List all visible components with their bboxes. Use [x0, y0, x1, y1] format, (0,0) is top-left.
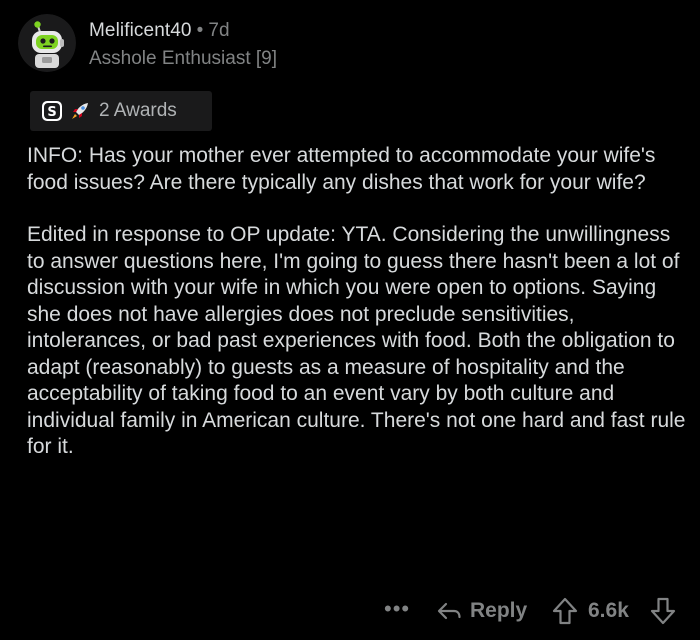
- vote-score: 6.6k: [588, 599, 629, 622]
- rocket-award-icon: [69, 100, 91, 122]
- comment-age: 7d: [208, 20, 230, 41]
- silver-award-icon: S: [41, 100, 63, 122]
- avatar[interactable]: [18, 14, 76, 72]
- comment-header: Melificent40 • 7d: [89, 20, 230, 42]
- more-options-button[interactable]: •••: [384, 594, 410, 624]
- upvote-arrow-icon: [552, 597, 578, 625]
- awards-label: 2 Awards: [99, 100, 177, 121]
- author-name[interactable]: Melificent40: [89, 20, 192, 41]
- reply-label: Reply: [470, 599, 528, 622]
- separator: •: [196, 20, 204, 41]
- comment-paragraph: INFO: Has your mother ever attempted to …: [27, 144, 656, 194]
- awards-badge[interactable]: S 2 Awards: [30, 91, 212, 131]
- comment-actions: ••• Reply 6.6k: [0, 594, 700, 628]
- comment-body: INFO: Has your mother ever attempted to …: [27, 143, 687, 461]
- reply-button[interactable]: Reply: [436, 594, 527, 628]
- downvote-arrow-icon: [650, 597, 676, 625]
- user-flair: Asshole Enthusiast [9]: [89, 48, 277, 69]
- robot-avatar-icon: [18, 14, 76, 72]
- downvote-button[interactable]: [650, 597, 676, 630]
- reply-arrow-icon: [437, 602, 461, 620]
- svg-text:S: S: [47, 105, 56, 120]
- comment-paragraph: Edited in response to OP update: YTA. Co…: [27, 223, 686, 458]
- comment: Melificent40 • 7d Asshole Enthusiast [9] S…: [0, 0, 700, 640]
- upvote-button[interactable]: [552, 597, 578, 630]
